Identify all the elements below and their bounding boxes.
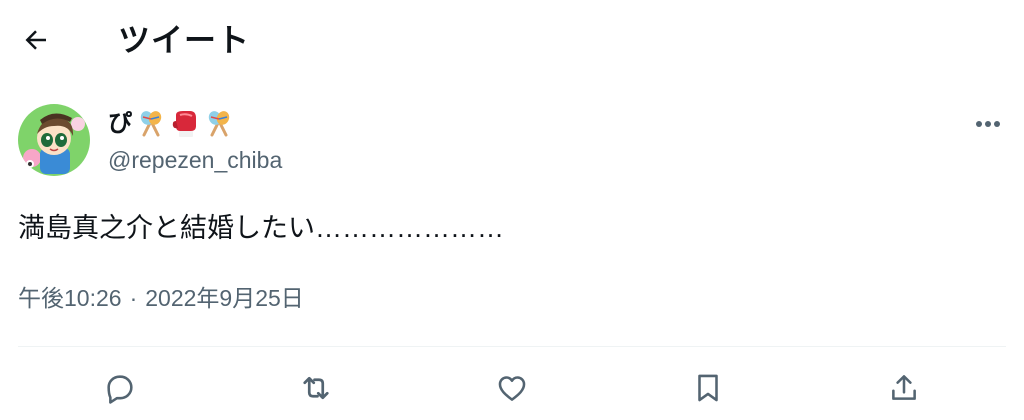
back-button[interactable] xyxy=(14,18,58,62)
maracas-icon xyxy=(208,111,230,137)
avatar-image xyxy=(18,104,90,176)
share-icon xyxy=(892,375,916,400)
share-button[interactable] xyxy=(880,364,928,412)
meta-separator: · xyxy=(129,285,138,311)
more-options-button[interactable] xyxy=(966,104,1010,144)
page-title: ツイート xyxy=(118,22,251,58)
arrow-left-icon xyxy=(25,30,46,50)
tweet-text: 満島真之介と結婚したい………………… xyxy=(18,213,504,243)
user-handle[interactable]: @repezen_chiba xyxy=(108,144,282,176)
tweet-meta: 午後10:26 · 2022年9月25日 xyxy=(18,280,304,316)
heart-icon xyxy=(498,376,526,401)
more-dots-icon xyxy=(976,121,1000,127)
tweet-time[interactable]: 午後10:26 xyxy=(18,280,122,316)
maracas-icon xyxy=(140,111,162,137)
retweet-button[interactable] xyxy=(292,364,340,412)
header-bar: ツイート xyxy=(0,0,1024,80)
like-button[interactable] xyxy=(488,364,536,412)
tweet-date[interactable]: 2022年9月25日 xyxy=(145,280,304,316)
reply-button[interactable] xyxy=(96,364,144,412)
bookmark-button[interactable] xyxy=(684,364,732,412)
avatar[interactable] xyxy=(18,104,90,176)
boxing-glove-icon xyxy=(172,111,196,137)
reply-icon xyxy=(107,375,133,404)
tweet-detail-page: ツイート ぴ @repezen_chiba 満島真之介と結婚したい…………………… xyxy=(0,0,1024,420)
display-name: ぴ xyxy=(108,110,132,137)
display-name-row[interactable]: ぴ xyxy=(108,106,234,142)
action-bar xyxy=(0,360,1024,416)
divider xyxy=(18,346,1006,347)
retweet-icon xyxy=(303,376,329,400)
bookmark-icon xyxy=(698,374,718,402)
